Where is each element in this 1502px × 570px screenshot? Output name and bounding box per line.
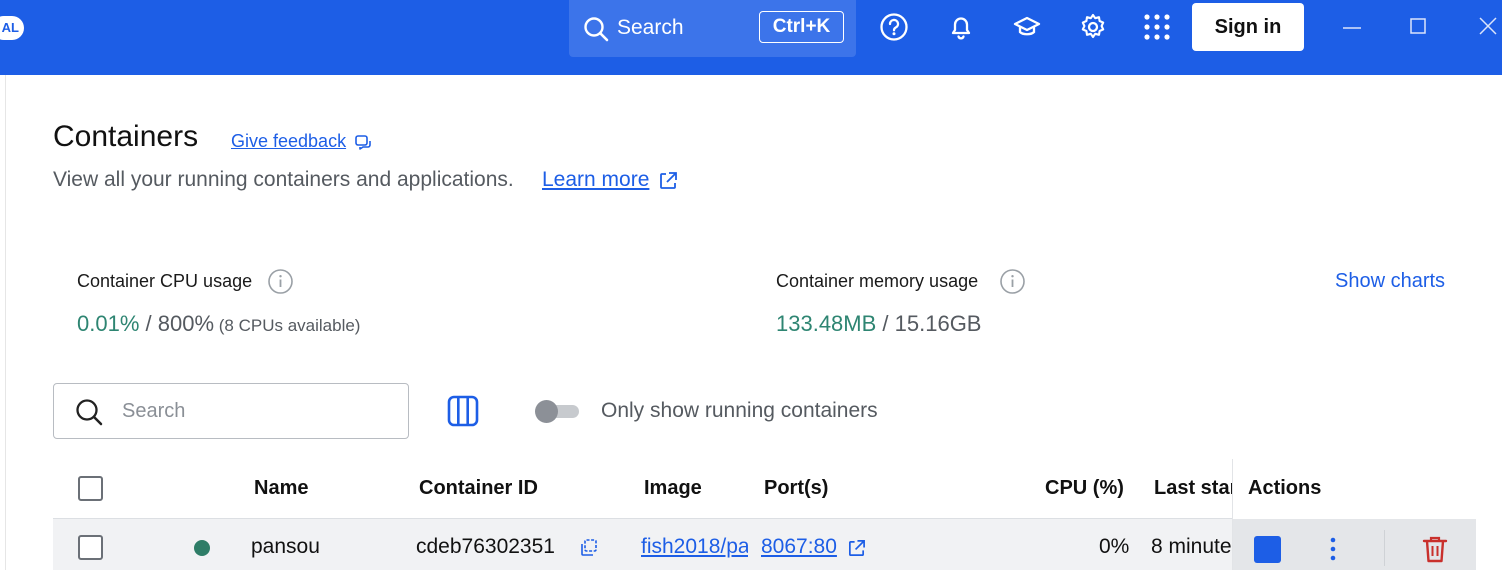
page-subtitle: View all your running containers and app… — [53, 168, 514, 191]
running-only-toggle[interactable] — [535, 400, 579, 423]
cpu-usage-value: 0.01% / 800% (8 CPUs available) — [77, 311, 360, 337]
column-header-ports[interactable]: Port(s) — [764, 477, 828, 500]
gear-icon[interactable] — [1078, 12, 1108, 42]
show-charts-link[interactable]: Show charts — [1335, 270, 1445, 293]
row-image-link[interactable]: fish2018/pansou — [641, 535, 748, 559]
page-title: Containers — [53, 120, 199, 153]
delete-icon[interactable] — [1421, 534, 1449, 564]
learning-cap-icon[interactable] — [1012, 12, 1042, 42]
select-all-checkbox[interactable] — [78, 476, 103, 501]
search-icon — [76, 399, 103, 426]
running-status-dot — [194, 540, 210, 556]
column-header-actions: Actions — [1248, 477, 1322, 499]
column-header-last-started[interactable]: Last started — [1154, 477, 1232, 500]
columns-icon[interactable] — [446, 394, 480, 428]
cpu-total: 800% — [157, 311, 215, 336]
memory-usage-label: Container memory usage — [776, 271, 979, 291]
search-shortcut-badge: Ctrl+K — [759, 11, 844, 43]
global-search-label: Search — [617, 16, 684, 39]
row-port-link[interactable]: 8067:80 — [761, 535, 837, 559]
actions-divider — [1384, 530, 1385, 566]
cpu-usage-label: Container CPU usage — [77, 271, 253, 291]
cpu-available-note: (8 CPUs available) — [214, 316, 361, 335]
container-search-field[interactable] — [53, 383, 409, 439]
memory-usage-value: 133.48MB / 15.16GB — [776, 311, 981, 337]
column-header-image[interactable]: Image — [644, 477, 702, 500]
bell-icon[interactable] — [946, 12, 976, 42]
memory-total: 15.16GB — [894, 311, 982, 336]
external-link-icon[interactable] — [847, 539, 866, 558]
search-input[interactable] — [122, 396, 392, 426]
learn-more-link[interactable]: Learn more — [542, 168, 649, 192]
column-header-container-id[interactable]: Container ID — [419, 477, 538, 500]
cpu-separator: / — [139, 311, 158, 336]
more-options-icon[interactable] — [1322, 536, 1344, 562]
toggle-knob — [535, 400, 558, 423]
info-icon[interactable] — [267, 268, 294, 295]
info-icon[interactable] — [999, 268, 1026, 295]
apps-grid-icon[interactable] — [1142, 12, 1172, 42]
give-feedback-link[interactable]: Give feedback — [231, 131, 346, 152]
top-bar: AL Search Ctrl+K Sign in — [0, 0, 1502, 75]
feedback-chat-icon[interactable] — [354, 134, 372, 152]
memory-used: 133.48MB — [776, 311, 877, 336]
row-name[interactable]: pansou — [251, 535, 320, 559]
close-icon[interactable] — [1476, 14, 1500, 38]
running-only-label: Only show running containers — [601, 399, 878, 422]
row-select-checkbox[interactable] — [78, 535, 103, 560]
global-search-button[interactable]: Search Ctrl+K — [569, 0, 856, 57]
minimize-icon[interactable] — [1340, 14, 1364, 38]
search-icon — [584, 17, 609, 42]
row-container-id: cdeb76302351 — [416, 535, 555, 558]
avatar[interactable]: AL — [0, 16, 24, 40]
cpu-used: 0.01% — [77, 311, 140, 336]
external-link-icon[interactable] — [658, 171, 678, 191]
memory-separator: / — [876, 311, 895, 336]
column-header-name[interactable]: Name — [254, 477, 308, 500]
help-icon[interactable] — [879, 12, 909, 42]
stop-button[interactable] — [1254, 536, 1281, 563]
sidebar-edge — [0, 75, 6, 570]
column-header-cpu[interactable]: CPU (%) — [1045, 477, 1124, 500]
maximize-icon[interactable] — [1406, 14, 1430, 38]
sign-in-button[interactable]: Sign in — [1192, 3, 1304, 51]
copy-icon[interactable] — [579, 538, 598, 557]
row-last-started: 8 minutes ago — [1151, 535, 1232, 558]
row-cpu: 0% — [1099, 535, 1130, 558]
